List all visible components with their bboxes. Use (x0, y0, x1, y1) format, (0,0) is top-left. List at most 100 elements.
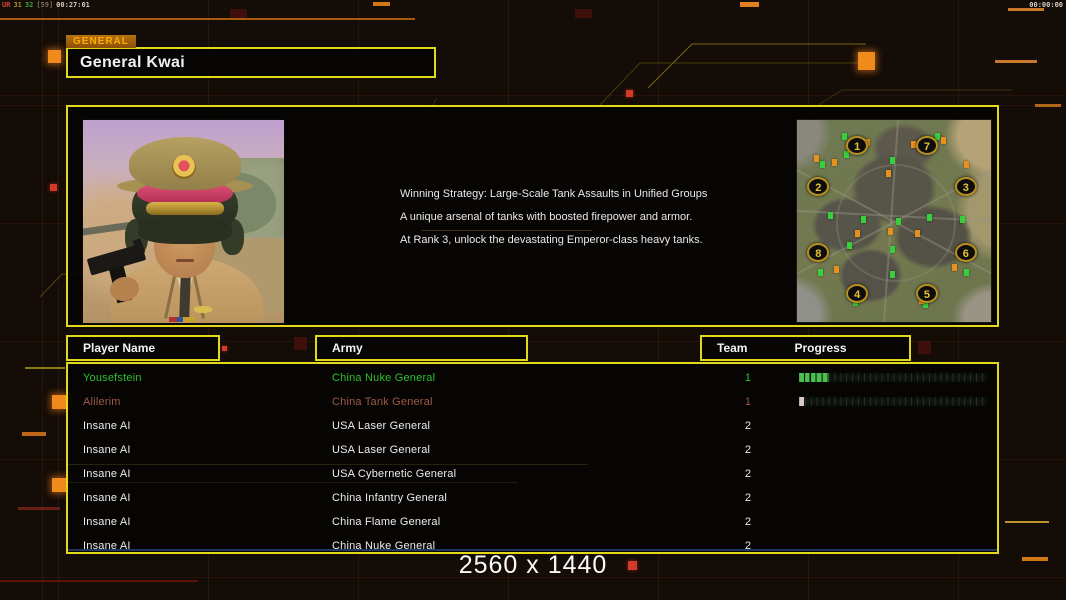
header-team-label: Team (702, 341, 747, 355)
map-oil-marker (832, 159, 837, 166)
debug-segment: 32 (25, 1, 33, 9)
chest-badge (194, 306, 212, 313)
map-start-position-1: 1 (846, 136, 868, 155)
deco-dash (995, 60, 1037, 63)
debug-segment: [59] (36, 1, 53, 9)
progress-bar (798, 396, 988, 407)
match-timer: 00:00:00 (1029, 1, 1063, 10)
player-army: China Flame General (332, 516, 440, 528)
map-oil-marker (941, 137, 946, 144)
deco-orange-square (858, 52, 875, 70)
player-team: 2 (736, 420, 760, 432)
map-oil-marker (952, 264, 957, 271)
general-tag-label: GENERAL (66, 35, 136, 48)
map-start-position-4: 4 (846, 284, 868, 303)
deco-darkred-square (230, 9, 247, 18)
deco-dash (25, 367, 65, 369)
map-supply-marker (861, 216, 866, 223)
map-supply-marker (960, 216, 965, 223)
player-army: USA Laser General (332, 444, 430, 456)
cap-braid (146, 202, 224, 215)
map-supply-marker (890, 246, 895, 253)
player-row: Insane AIUSA Laser General2 (68, 414, 997, 438)
deco-darkred-square (918, 341, 931, 354)
header-team-progress: Team Progress (700, 335, 911, 361)
deco-dash (1005, 521, 1049, 523)
map-supply-marker (842, 133, 847, 140)
deco-dash (1035, 104, 1061, 107)
deco-dash (22, 432, 46, 436)
player-team: 1 (736, 396, 760, 408)
progress-fill (799, 397, 805, 406)
map-supply-marker (890, 271, 895, 278)
deco-orange-square (48, 50, 61, 63)
general-portrait (82, 119, 285, 324)
map-oil-marker (886, 170, 891, 177)
general-name: General Kwai (68, 54, 185, 72)
progress-bar (798, 372, 988, 383)
deco-red-square (626, 90, 633, 97)
map-preview: 17238645 (796, 119, 992, 323)
player-table: YousefsteinChina Nuke General1AlilerimCh… (66, 362, 999, 554)
map-oil-marker (834, 266, 839, 273)
deco-orange-square (52, 395, 66, 409)
deco-red-square (222, 346, 227, 351)
helmet-rim (138, 217, 232, 244)
player-team: 2 (736, 468, 760, 480)
map-supply-marker (818, 269, 823, 276)
player-row: AlilerimChina Tank General1 (68, 390, 997, 414)
player-name: Insane AI (83, 468, 131, 480)
ribbon-bar (169, 317, 195, 322)
player-team: 2 (736, 444, 760, 456)
resolution-overlay: 2560 x 1440 (0, 551, 1066, 580)
player-team: 2 (736, 492, 760, 504)
header-progress-label: Progress (747, 341, 846, 355)
player-row: Insane AIChina Infantry General2 (68, 486, 997, 510)
player-team: 1 (736, 372, 760, 384)
map-start-position-6: 6 (955, 243, 977, 262)
deco-red-square (50, 184, 57, 191)
player-row: Insane AIUSA Laser General2 (68, 438, 997, 462)
map-supply-marker (844, 151, 849, 158)
debug-overlay: UR3132[59]00:27:01 (2, 1, 93, 10)
deco-orange-square (52, 478, 66, 492)
strategy-line: Winning Strategy: Large-Scale Tank Assau… (400, 183, 720, 206)
player-name: Yousefstein (83, 372, 142, 384)
map-oil-marker (888, 228, 893, 235)
map-oil-marker (814, 155, 819, 162)
player-name: Insane AI (83, 492, 131, 504)
player-army: USA Cybernetic General (332, 468, 456, 480)
strategy-line: A unique arsenal of tanks with boosted f… (400, 206, 720, 229)
map-start-position-3: 3 (955, 177, 977, 196)
map-supply-marker (847, 242, 852, 249)
player-army: China Tank General (332, 396, 433, 408)
map-oil-marker (915, 230, 920, 237)
header-player-label: Player Name (68, 341, 155, 355)
tie (179, 272, 191, 320)
player-row: Yousefstein China Nuke General 1 (68, 366, 997, 390)
cap-emblem (172, 155, 196, 179)
map-supply-marker (820, 161, 825, 168)
loading-screen: UR3132[59]00:27:01 00:00:00 GENERAL Gene… (0, 0, 1066, 600)
map-oil-marker (964, 161, 969, 168)
debug-segment: 31 (13, 1, 21, 9)
player-name: Insane AI (83, 420, 131, 432)
deco-darkred-square (575, 9, 592, 18)
map-supply-marker (927, 214, 932, 221)
player-army: China Nuke General (332, 372, 435, 384)
player-name: Insane AI (83, 516, 131, 528)
header-army-label: Army (317, 341, 363, 355)
map-supply-marker (890, 157, 895, 164)
map-supply-marker (964, 269, 969, 276)
deco-dash (18, 507, 60, 510)
map-supply-marker (896, 218, 901, 225)
map-start-position-7: 7 (916, 136, 938, 155)
debug-segment: UR (2, 1, 10, 9)
deco-dash (373, 2, 390, 6)
map-start-position-5: 5 (916, 284, 938, 303)
player-row: Insane AI USA Cybernetic General 2 (68, 462, 997, 486)
header-player-name: Player Name (66, 335, 220, 361)
general-name-box: General Kwai (66, 47, 436, 78)
header-army: Army (315, 335, 528, 361)
deco-dash (740, 2, 759, 7)
